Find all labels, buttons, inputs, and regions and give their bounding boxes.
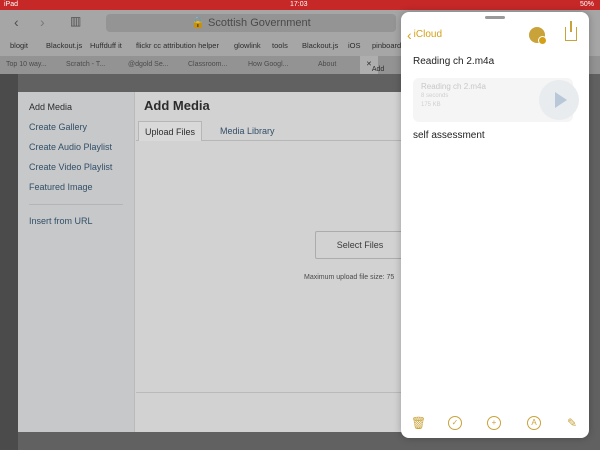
- markup-icon[interactable]: A: [527, 416, 541, 430]
- audio-attachment[interactable]: Reading ch 2.m4a 8 seconds 175 KB: [413, 78, 579, 122]
- attachment-size: 175 KB: [421, 102, 441, 108]
- device-label: iPad: [4, 1, 19, 8]
- notes-slide-over: ‹ iCloud Reading ch 2.m4a Reading ch 2.m…: [401, 12, 589, 438]
- compose-icon[interactable]: ✎: [565, 416, 579, 430]
- slide-over-handle[interactable]: [485, 16, 505, 19]
- attachment-name: Reading ch 2.m4a: [421, 82, 486, 91]
- trash-icon[interactable]: 🗑: [411, 416, 426, 430]
- checklist-icon[interactable]: ✓: [448, 416, 462, 430]
- play-button[interactable]: [539, 80, 579, 120]
- notes-toolbar: 🗑 ✓ + A ✎: [401, 412, 589, 438]
- icloud-back-button[interactable]: ‹ iCloud: [407, 26, 443, 43]
- status-time: 17:03: [290, 1, 308, 8]
- attachment-duration: 8 seconds: [421, 93, 449, 99]
- add-icon[interactable]: +: [487, 416, 501, 430]
- add-people-icon[interactable]: [529, 27, 547, 45]
- share-icon[interactable]: [565, 21, 577, 41]
- play-icon: [555, 92, 567, 108]
- chevron-left-icon: ‹: [407, 26, 412, 43]
- battery-level: 50%: [579, 1, 594, 8]
- status-bar: iPad 17:03 50%: [0, 0, 600, 10]
- note-body[interactable]: self assessment: [413, 130, 485, 141]
- note-title: Reading ch 2.m4a: [413, 56, 495, 67]
- back-label: iCloud: [413, 29, 443, 40]
